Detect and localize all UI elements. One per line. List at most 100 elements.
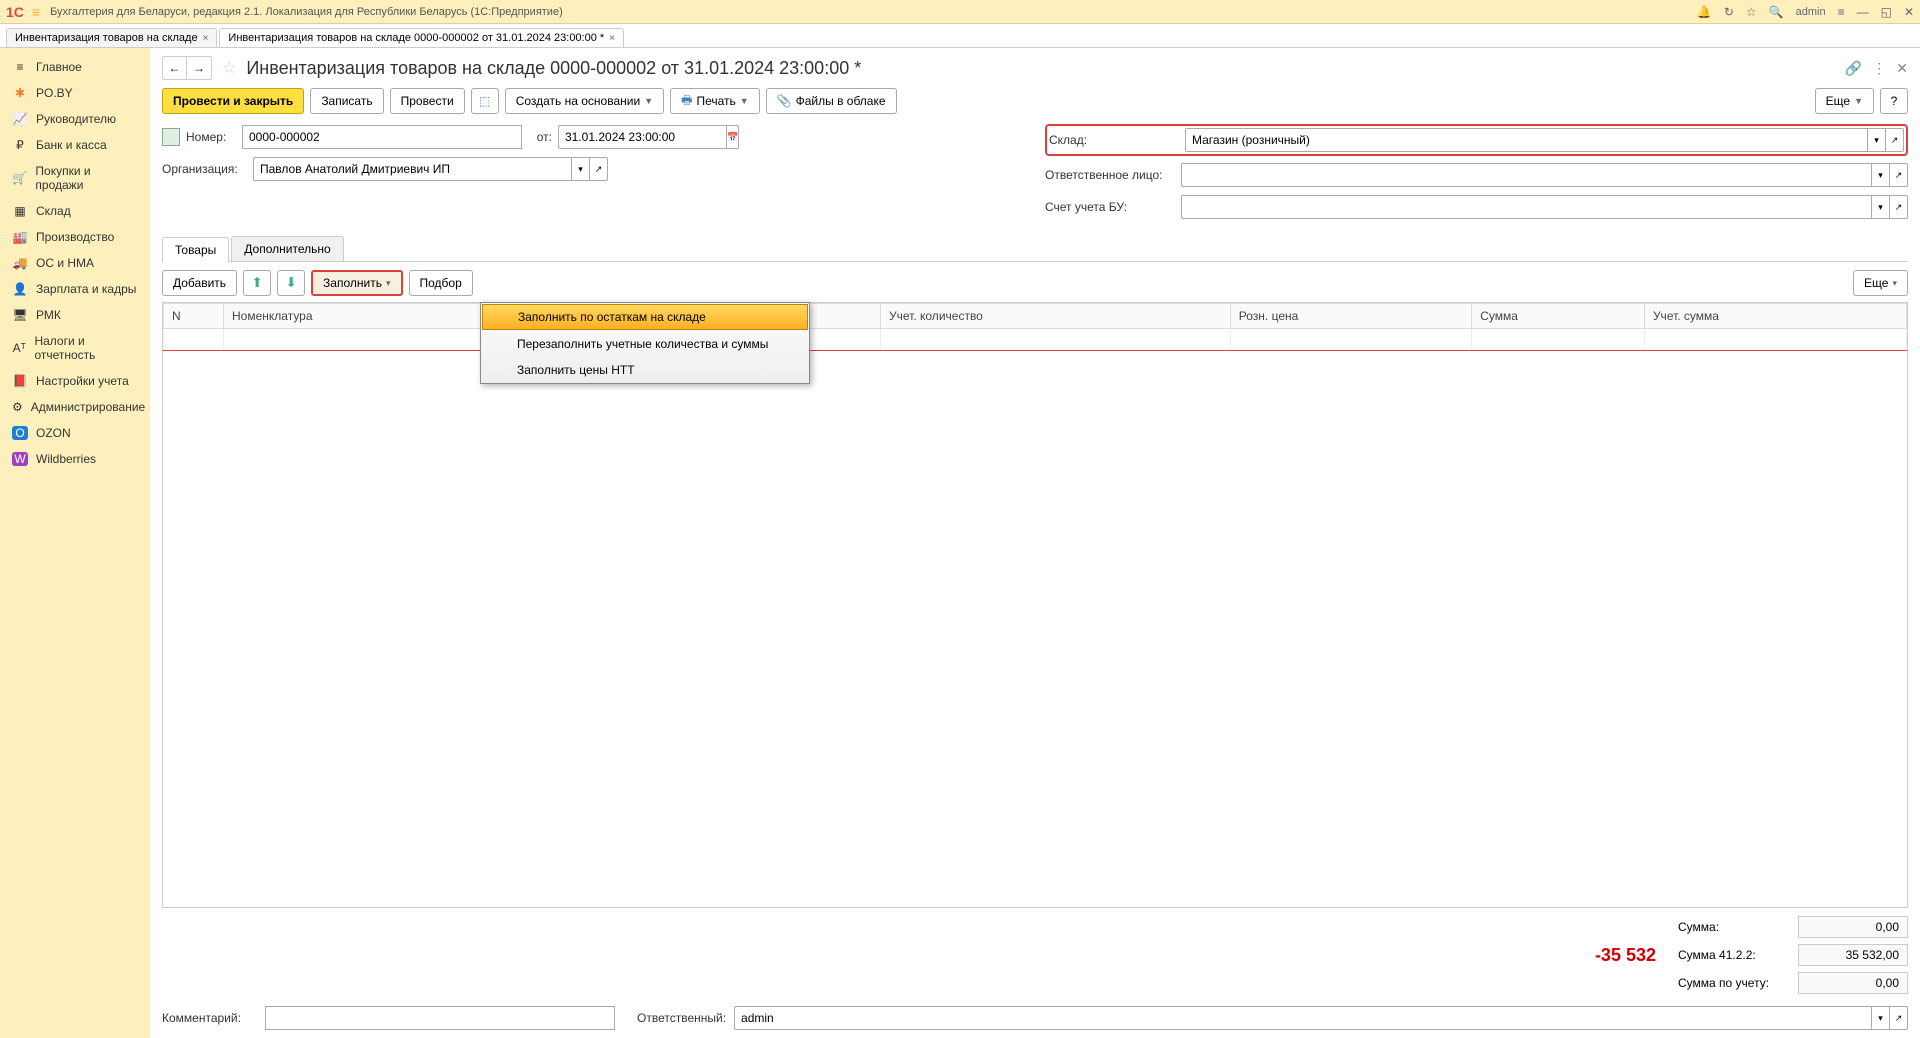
open-icon[interactable]: ↗ xyxy=(1890,1006,1908,1030)
calendar-icon[interactable]: 📅 xyxy=(727,125,739,149)
truck-icon: 🚚 xyxy=(12,256,28,270)
forward-button[interactable]: → xyxy=(187,57,211,79)
help-button[interactable]: ? xyxy=(1880,88,1908,114)
responsible-input[interactable] xyxy=(1181,163,1872,187)
tab-inventory-list[interactable]: Инвентаризация товаров на складе × xyxy=(6,28,217,47)
warehouse-input[interactable] xyxy=(1185,128,1868,152)
app-title: Бухгалтерия для Беларуси, редакция 2.1. … xyxy=(50,6,1697,18)
close-page-icon[interactable]: ✕ xyxy=(1896,60,1908,77)
close-app-icon[interactable]: ✕ xyxy=(1904,5,1914,19)
structure-button[interactable]: ⬚ xyxy=(471,88,499,114)
print-button[interactable]: 🖶Печать▼ xyxy=(670,88,760,114)
back-button[interactable]: ← xyxy=(163,57,187,79)
open-icon[interactable]: ↗ xyxy=(1890,163,1908,187)
close-icon[interactable]: × xyxy=(609,33,615,44)
sidebar-item-tax[interactable]: AᵀНалоги и отчетность xyxy=(0,328,150,368)
chevron-down-icon[interactable]: ▾ xyxy=(572,157,590,181)
search-header-icon[interactable]: 🔍 xyxy=(1769,5,1784,19)
post-button[interactable]: Провести xyxy=(390,88,465,114)
chevron-down-icon[interactable]: ▾ xyxy=(1868,128,1886,152)
chevron-down-icon: ▾ xyxy=(1892,278,1897,289)
history-icon[interactable]: ↻ xyxy=(1724,5,1734,19)
table-more-button[interactable]: Еще▾ xyxy=(1853,270,1908,296)
sidebar-label: PO.BY xyxy=(36,86,73,100)
content-area: ← → ☆ Инвентаризация товаров на складе 0… xyxy=(150,48,1920,1038)
sidebar-item-assets[interactable]: 🚚ОС и НМА xyxy=(0,250,150,276)
sidebar-item-manager[interactable]: 📈Руководителю xyxy=(0,106,150,132)
open-icon[interactable]: ↗ xyxy=(590,157,608,181)
table-row[interactable] xyxy=(164,329,1907,351)
post-close-button[interactable]: Провести и закрыть xyxy=(162,88,304,114)
open-icon[interactable]: ↗ xyxy=(1890,195,1908,219)
grid-icon: ▦ xyxy=(12,204,28,218)
save-button[interactable]: Записать xyxy=(310,88,383,114)
sidebar-item-warehouse[interactable]: ▦Склад xyxy=(0,198,150,224)
fill-ntt-prices-item[interactable]: Заполнить цены НТТ xyxy=(481,357,809,383)
add-row-button[interactable]: Добавить xyxy=(162,270,237,296)
date-label: от: xyxy=(528,130,552,144)
tax-icon: Aᵀ xyxy=(12,341,26,355)
move-down-button[interactable]: ⬇ xyxy=(277,270,305,296)
fill-button[interactable]: Заполнить ▾ xyxy=(311,270,402,296)
star-icon[interactable]: ☆ xyxy=(1746,5,1757,19)
col-nomen[interactable]: Номенклатура xyxy=(224,304,484,329)
sum412-label: Сумма 41.2.2: xyxy=(1678,948,1788,962)
select-button[interactable]: Подбор xyxy=(409,270,473,296)
close-icon[interactable]: × xyxy=(203,33,209,44)
settings-bars-icon[interactable]: ≡ xyxy=(1838,5,1845,19)
org-input[interactable] xyxy=(253,157,572,181)
sidebar-label: Зарплата и кадры xyxy=(36,282,136,296)
move-up-button[interactable]: ⬆ xyxy=(243,270,271,296)
sidebar-item-ozon[interactable]: OOZON xyxy=(0,420,150,446)
sidebar-item-wb[interactable]: WWildberries xyxy=(0,446,150,472)
col-retail[interactable]: Розн. цена xyxy=(1230,304,1472,329)
tab-inventory-doc[interactable]: Инвентаризация товаров на складе 0000-00… xyxy=(219,28,624,47)
refill-accounting-item[interactable]: Перезаполнить учетные количества и суммы xyxy=(481,331,809,357)
wb-icon: W xyxy=(12,452,28,466)
ruble-icon: ₽ xyxy=(12,138,28,152)
tab-goods[interactable]: Товары xyxy=(162,237,229,262)
link-icon[interactable]: 🔗 xyxy=(1845,60,1862,77)
comment-input[interactable] xyxy=(265,1006,615,1030)
sidebar-item-hr[interactable]: 👤Зарплата и кадры xyxy=(0,276,150,302)
account-input[interactable] xyxy=(1181,195,1872,219)
sidebar-item-admin[interactable]: ⚙Администрирование xyxy=(0,394,150,420)
responsible-footer-input[interactable] xyxy=(734,1006,1872,1030)
chevron-down-icon[interactable]: ▾ xyxy=(1872,163,1890,187)
nav-arrows: ← → xyxy=(162,56,212,80)
col-acc-sum[interactable]: Учет. сумма xyxy=(1644,304,1906,329)
bell-icon[interactable]: 🔔 xyxy=(1697,5,1712,19)
goods-table[interactable]: N Номенклатура Количество Учет. количест… xyxy=(162,302,1908,908)
create-based-button[interactable]: Создать на основании▼ xyxy=(505,88,664,114)
restore-icon[interactable]: ◱ xyxy=(1881,5,1892,19)
sidebar-item-main[interactable]: ≡Главное xyxy=(0,54,150,80)
col-sum[interactable]: Сумма xyxy=(1472,304,1645,329)
favorite-star-icon[interactable]: ☆ xyxy=(222,58,236,78)
sumacc-value: 0,00 xyxy=(1798,972,1908,994)
sidebar-item-pos[interactable]: 🖥РМК xyxy=(0,302,150,328)
menu-icon[interactable]: ≡ xyxy=(32,4,40,20)
user-label[interactable]: admin xyxy=(1796,6,1826,18)
files-button[interactable]: 📎Файлы в облаке xyxy=(766,88,897,114)
kebab-icon[interactable]: ⋮ xyxy=(1872,60,1886,77)
sidebar-label: Настройки учета xyxy=(36,374,129,388)
chevron-down-icon[interactable]: ▾ xyxy=(1872,1006,1890,1030)
chevron-down-icon[interactable]: ▾ xyxy=(1872,195,1890,219)
attach-icon: 📎 xyxy=(777,94,792,108)
fill-by-stock-item[interactable]: Заполнить по остаткам на складе xyxy=(482,304,808,330)
ozon-icon: O xyxy=(12,426,28,440)
col-n[interactable]: N xyxy=(164,304,224,329)
sidebar-item-sales[interactable]: 🛒Покупки и продажи xyxy=(0,158,150,198)
sidebar-item-settings[interactable]: 📕Настройки учета xyxy=(0,368,150,394)
open-icon[interactable]: ↗ xyxy=(1886,128,1904,152)
sidebar-item-production[interactable]: 🏭Производство xyxy=(0,224,150,250)
sidebar-item-bank[interactable]: ₽Банк и касса xyxy=(0,132,150,158)
btn-label: Создать на основании xyxy=(516,94,641,108)
sidebar-item-poby[interactable]: ✱PO.BY xyxy=(0,80,150,106)
tab-extra[interactable]: Дополнительно xyxy=(231,236,343,261)
minimize-icon[interactable]: — xyxy=(1857,5,1869,19)
date-input[interactable] xyxy=(558,125,727,149)
col-acc-qty[interactable]: Учет. количество xyxy=(881,304,1231,329)
number-input[interactable] xyxy=(242,125,522,149)
more-button[interactable]: Еще▼ xyxy=(1815,88,1874,114)
